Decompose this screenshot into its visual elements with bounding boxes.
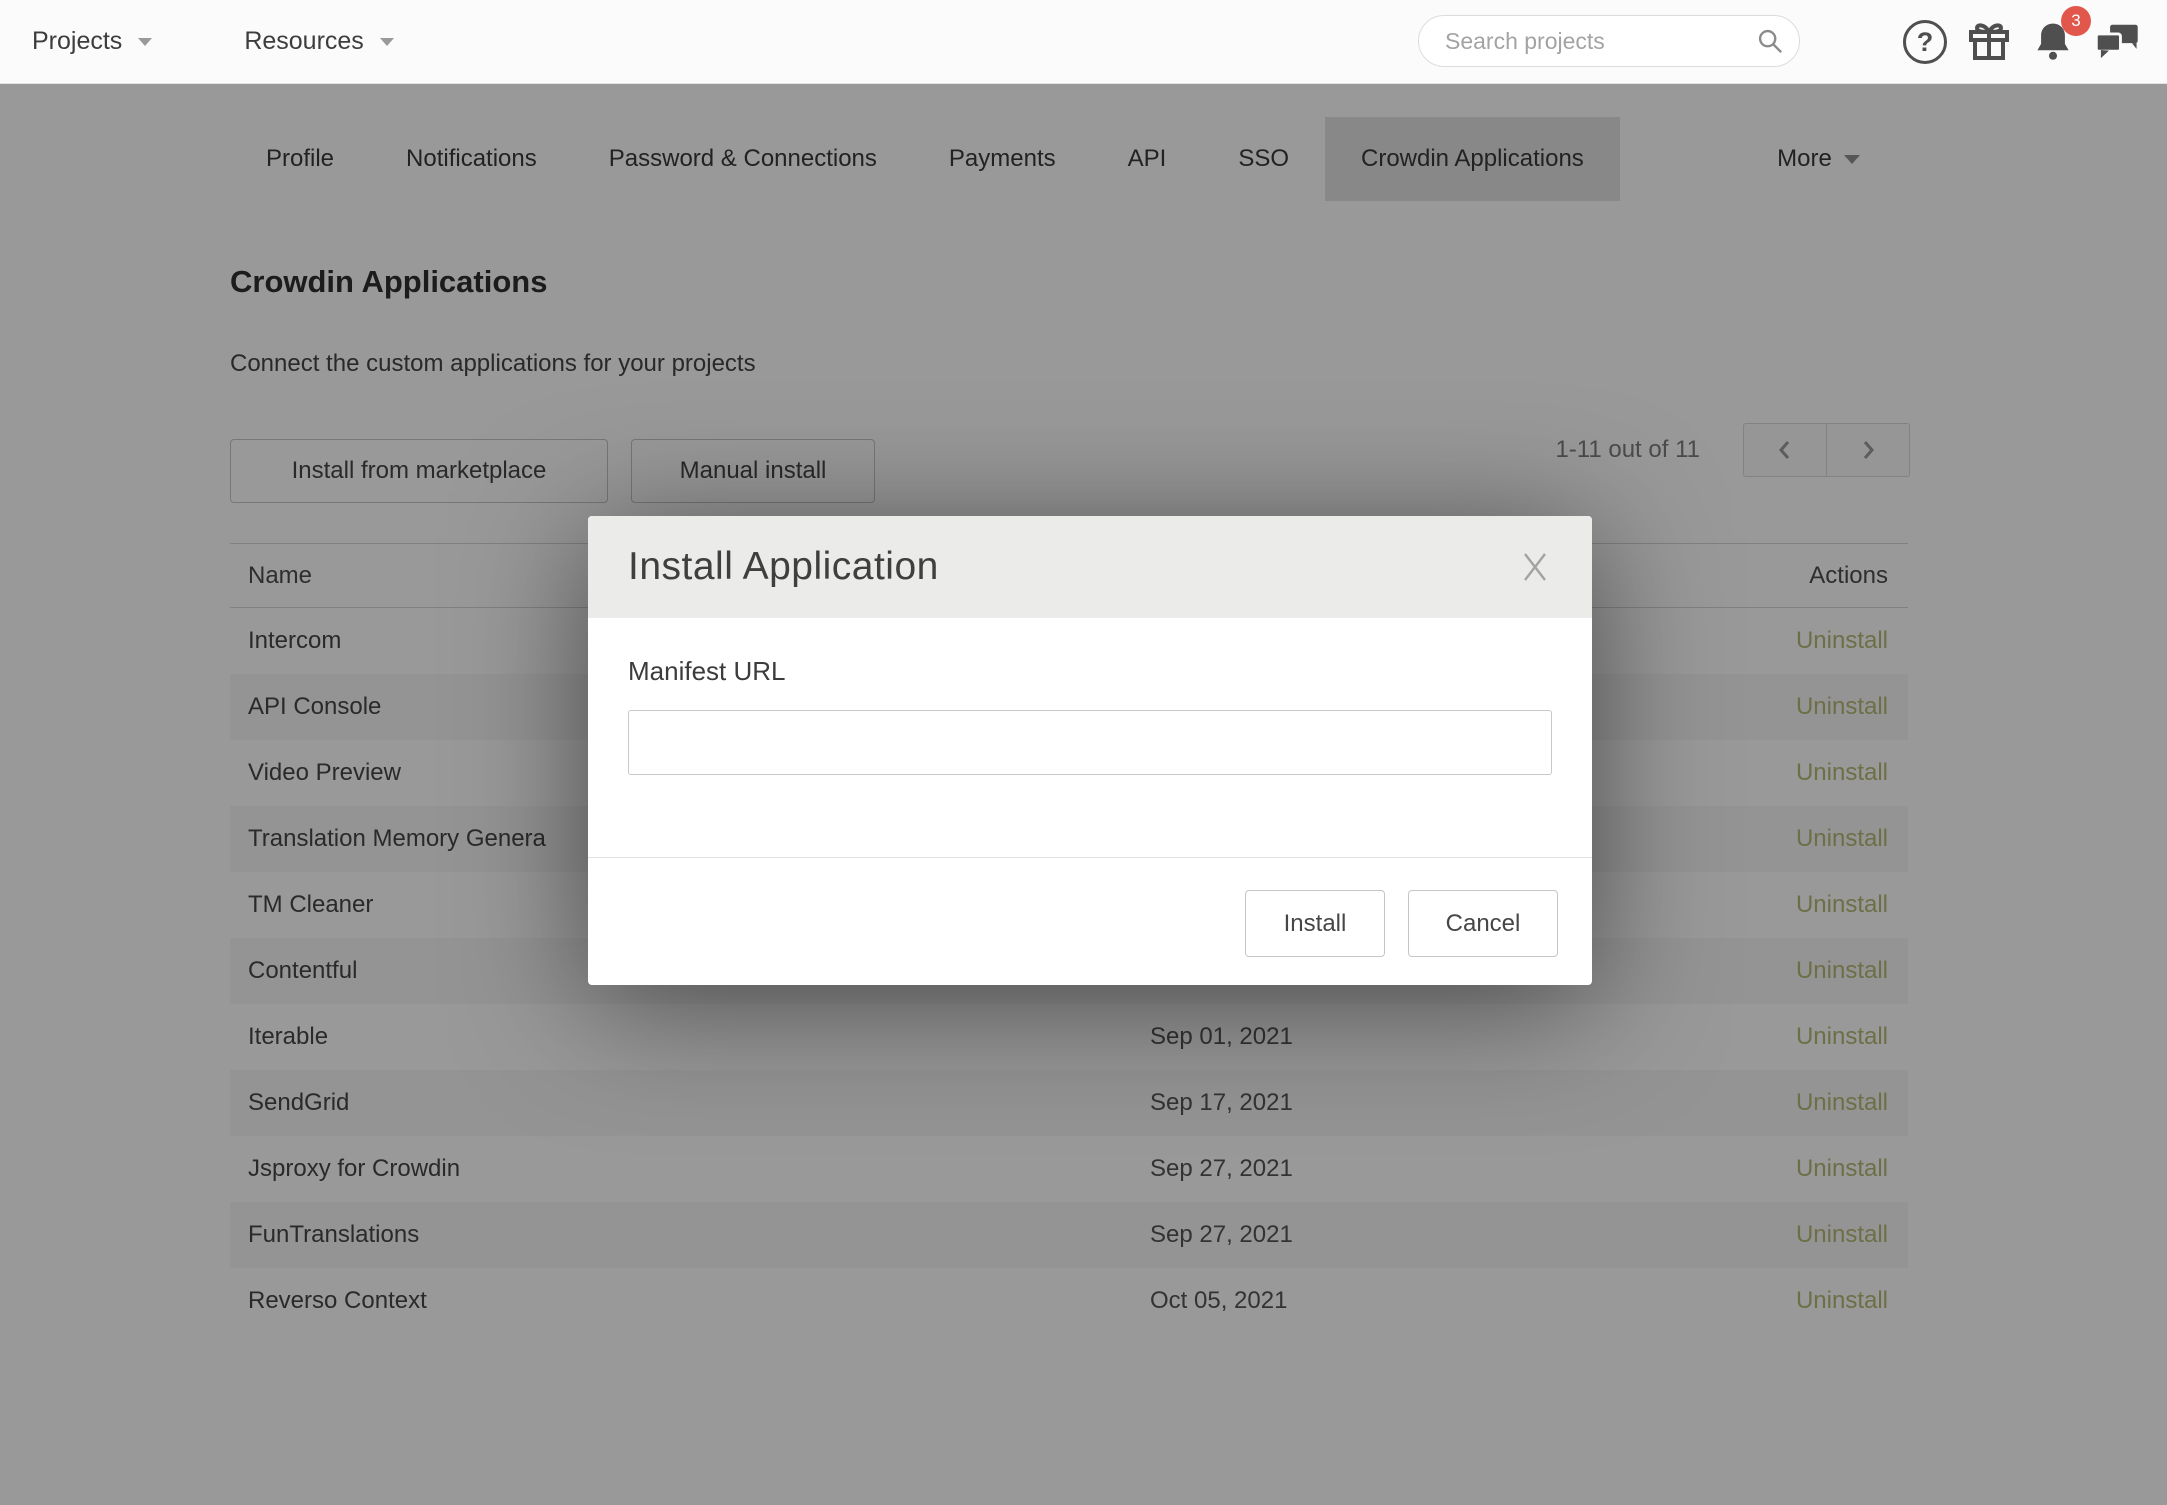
chat-icon: [2094, 21, 2140, 63]
modal-footer-divider: [588, 857, 1592, 858]
search-input[interactable]: [1418, 15, 1800, 67]
install-button[interactable]: Install: [1245, 890, 1385, 957]
gift-button[interactable]: [1957, 10, 2021, 74]
search-container: [1418, 15, 1800, 67]
close-button[interactable]: [1520, 550, 1550, 584]
messages-button[interactable]: [2085, 10, 2149, 74]
install-application-modal: Install Application Manifest URL Install…: [588, 516, 1592, 985]
projects-menu[interactable]: Projects: [32, 27, 152, 56]
search-icon[interactable]: [1756, 27, 1784, 55]
top-navbar: Projects Resources ?: [0, 0, 2167, 84]
chevron-down-icon: [138, 38, 152, 46]
manifest-url-label: Manifest URL: [628, 656, 786, 687]
navbar-icons: ? 3: [1893, 0, 2149, 84]
close-icon: [1520, 550, 1550, 584]
help-button[interactable]: ?: [1893, 10, 1957, 74]
chevron-down-icon: [380, 38, 394, 46]
help-icon: ?: [1903, 20, 1947, 64]
cancel-button[interactable]: Cancel: [1408, 890, 1558, 957]
resources-menu[interactable]: Resources: [244, 27, 394, 56]
projects-menu-label: Projects: [32, 27, 122, 56]
notifications-button[interactable]: 3: [2021, 10, 2085, 74]
screen: Profile Notifications Password & Connect…: [0, 0, 2167, 1505]
manifest-url-input[interactable]: [628, 710, 1552, 775]
modal-title: Install Application: [628, 545, 939, 589]
modal-header: Install Application: [588, 516, 1592, 618]
gift-icon: [1965, 18, 2013, 66]
resources-menu-label: Resources: [244, 27, 364, 56]
modal-footer: Install Cancel: [1245, 890, 1558, 957]
